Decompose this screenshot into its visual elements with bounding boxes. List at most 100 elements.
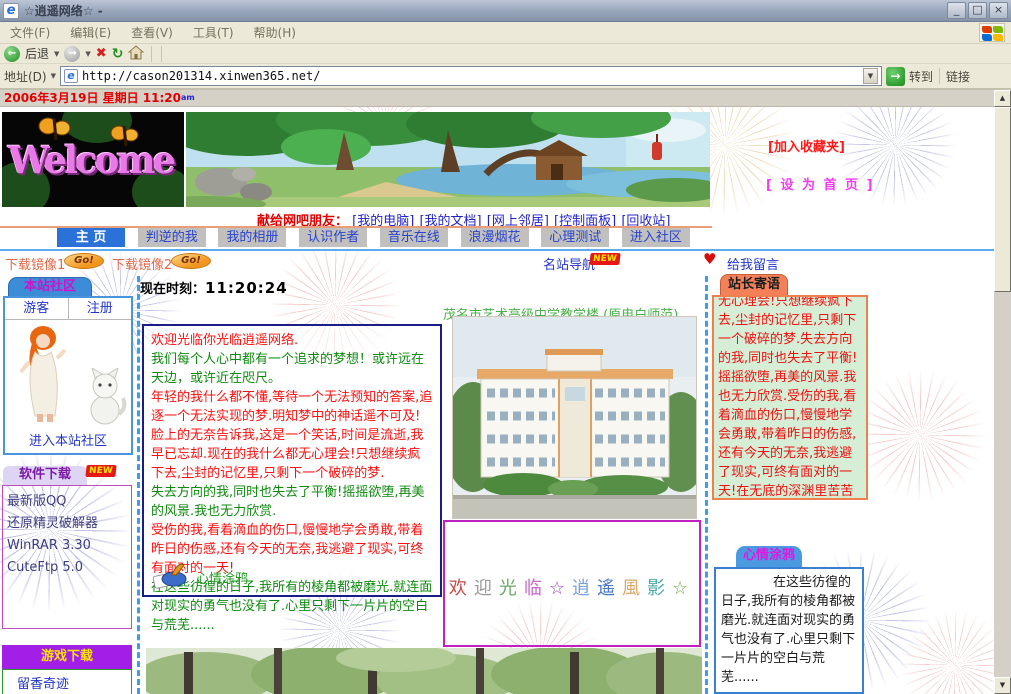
refresh-icon[interactable]: ↻ [112,46,124,62]
set-homepage-link[interactable]: [ 设 为 首 页 ] [766,174,875,193]
add-favorite-link[interactable]: [加入收藏夹] [768,136,845,155]
address-label: 地址(D) [4,68,47,85]
close-button[interactable]: × [989,2,1008,19]
minimize-button[interactable]: _ [947,2,966,19]
mood-panel-tab: 心情涂鸦 [736,546,802,567]
home-icon[interactable] [128,45,144,63]
go-label[interactable]: 转到 [909,68,933,85]
url-dropdown-button[interactable]: ▼ [863,68,878,84]
register-link[interactable]: 注册 [69,298,132,319]
leave-message-link[interactable]: 给我留言 [727,254,779,273]
software-link-winrar[interactable]: WinRAR 3.30 [7,535,127,557]
go-button-mirror1[interactable]: Go! [64,253,104,269]
tab-psych-test[interactable]: 心理测试 [541,228,609,247]
game-download-panel: 留香奇迹 [2,669,132,694]
windows-flag-icon [979,23,1005,42]
window-title: ☆逍遥网络☆ - [24,2,945,19]
stop-icon[interactable]: ✖ [96,46,107,61]
anime-girl-image [15,324,71,424]
title-bar: e ☆逍遥网络☆ - _ □ × [0,0,1011,22]
nav-tab-bar: 主 页 判逆的我 我的相册 认识作者 音乐在线 浪漫烟花 心理测试 进入社区 [57,228,690,247]
main-text-line: 欢迎光临你光临逍遥网络. [151,331,433,350]
tab-music-online[interactable]: 音乐在线 [380,228,448,247]
tab-about-author[interactable]: 认识作者 [299,228,367,247]
webmaster-panel-tab: 站长寄语 [720,274,788,295]
tab-rebellious-me[interactable]: 判逆的我 [138,228,206,247]
tab-romantic-fireworks[interactable]: 浪漫烟花 [461,228,529,247]
welcome-text: Welcome [8,138,173,182]
welcome-banner: Welcome [2,112,184,207]
mood-graffiti-panel: 在这些彷徨的日子,我所有的棱角都被磨光.就连面对现实的勇气也没有了.心里只剩下一… [714,567,864,694]
dashed-separator [137,276,140,694]
menu-tools[interactable]: 工具(T) [193,24,234,41]
forward-dropdown-caret[interactable]: ▼ [85,50,90,58]
current-time: 现在时刻：11:20:24 [140,278,288,297]
mood-text: 在这些彷徨的日子,我所有的棱角都被磨光.就连面对现实的勇气也没有了.心里只剩下一… [721,573,857,687]
guest-link[interactable]: 游客 [5,298,69,319]
clock-time: 11:20:24 [205,279,288,297]
scroll-up-button[interactable]: ▲ [994,90,1011,107]
vertical-scrollbar[interactable]: ▲ ▼ [994,90,1011,694]
menu-edit[interactable]: 编辑(E) [70,24,111,41]
landscape-banner-image [186,112,710,207]
url-field[interactable]: e http://cason201314.xinwen365.net/ ▼ [60,66,882,86]
game-download-header: 游戏下载 [2,645,132,669]
enter-community-link[interactable]: 进入本站社区 [5,430,131,449]
url-text[interactable]: http://cason201314.xinwen365.net/ [82,69,320,83]
tab-my-album[interactable]: 我的相册 [218,228,286,247]
main-text-panel: 欢迎光临你光临逍遥网络. 我们每个人心中都有一个追求的梦想！或许远在天边，或许近… [142,324,442,597]
toolbar: ← 后退 ▼ → ▼ ✖ ↻ [0,44,1011,64]
heart-icon: ♥ [703,250,716,268]
software-link-cuteftp[interactable]: CuteFtp 5.0 [7,557,127,579]
scroll-down-button[interactable]: ▼ [994,677,1011,694]
inkpot-quill-icon [152,559,188,589]
webmaster-message-panel: 无心理会!只想继续疯下去,尘封的记忆里,只剩下一个破碎的梦.失去方向的我,同时也… [712,295,868,500]
famous-sites-link[interactable]: 名站导航 [543,254,595,273]
new-badge: NEW [85,465,116,477]
address-label-caret[interactable]: ▼ [51,72,56,80]
tab-home[interactable]: 主 页 [57,228,125,247]
menu-view[interactable]: 查看(V) [131,24,173,41]
software-panel-tab: 软件下载 [3,466,87,485]
butterfly-icon [38,116,72,142]
scrollbar-thumb[interactable] [994,107,1011,292]
cat-image [85,368,127,426]
firework-decoration [855,370,985,500]
download-mirror1-link[interactable]: 下载镜像1 [5,254,65,273]
maximize-button[interactable]: □ [968,2,987,19]
main-text-line: 年轻的我什么都不懂,等待一个无法预知的答案,追逐一个无法实现的梦.明知梦中的神话… [151,388,433,483]
community-panel: 游客 注册 进入本站社区 [3,296,133,455]
date-bar: 2006年3月19日 星期日 11:20am [0,90,994,107]
forward-icon[interactable]: → [64,46,80,62]
mood-graffiti-link[interactable]: 心情涂鸦 [196,568,248,589]
menu-help[interactable]: 帮助(H) [254,24,296,41]
main-text-line: 我们每个人心中都有一个追求的梦想！或许远在天边，或许近在咫尺。 [151,350,433,388]
links-label[interactable]: 链接 [946,68,970,85]
software-link-restore-genius[interactable]: 还原精灵破解器 [7,513,127,535]
software-download-panel: 最新版QQ 还原精灵破解器 WinRAR 3.30 CuteFtp 5.0 [2,485,132,629]
go-button-mirror2[interactable]: Go! [171,253,211,269]
download-mirror2-link[interactable]: 下载镜像2 [112,254,172,273]
trees-photo [146,648,702,694]
back-icon[interactable]: ← [4,46,20,62]
software-link-qq[interactable]: 最新版QQ [7,491,127,513]
colorful-welcome-panel: 欢迎光临☆逍遙風影☆ [443,520,701,647]
ie-logo-icon: e [3,3,19,19]
tab-enter-forum[interactable]: 进入社区 [622,228,690,247]
go-button[interactable]: → [886,67,905,86]
game-link[interactable]: 留香奇迹 [17,673,131,692]
colorful-welcome-text: 欢迎光临☆逍遙風影☆ [445,574,699,600]
browser-viewport: 2006年3月19日 星期日 11:20am Welcome [0,90,1011,694]
ampm-label: am [181,93,195,102]
webmaster-message-text: 无心理会!只想继续疯下去,尘封的记忆里,只剩下一个破碎的梦.失去方向的我,同时也… [718,295,862,500]
community-panel-tab: 本站社区 [8,277,92,296]
dashed-separator [705,276,708,694]
divider-line [0,249,994,251]
back-button-label[interactable]: 后退 [25,45,49,62]
menu-bar: 文件(F) 编辑(E) 查看(V) 工具(T) 帮助(H) [0,22,1011,44]
address-bar: 地址(D) ▼ e http://cason201314.xinwen365.n… [0,64,1011,90]
page-icon: e [64,69,78,83]
school-building-photo [452,316,697,519]
back-dropdown-caret[interactable]: ▼ [54,50,59,58]
menu-file[interactable]: 文件(F) [10,24,50,41]
